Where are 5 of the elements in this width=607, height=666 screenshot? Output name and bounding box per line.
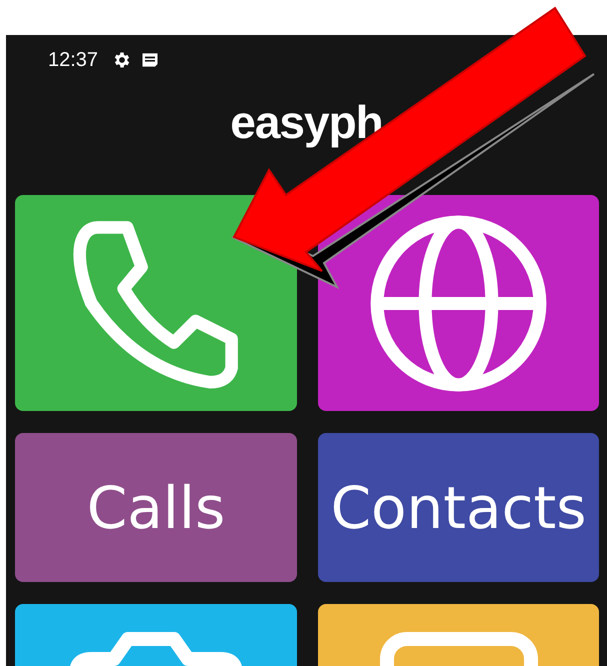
logo-text: easyph xyxy=(230,95,383,150)
app-tile[interactable]: Contacts xyxy=(318,433,599,582)
status-time: 12:37 xyxy=(48,48,98,72)
app-tile[interactable]: Calls xyxy=(15,433,297,582)
app-icon-tile[interactable] xyxy=(318,195,599,411)
